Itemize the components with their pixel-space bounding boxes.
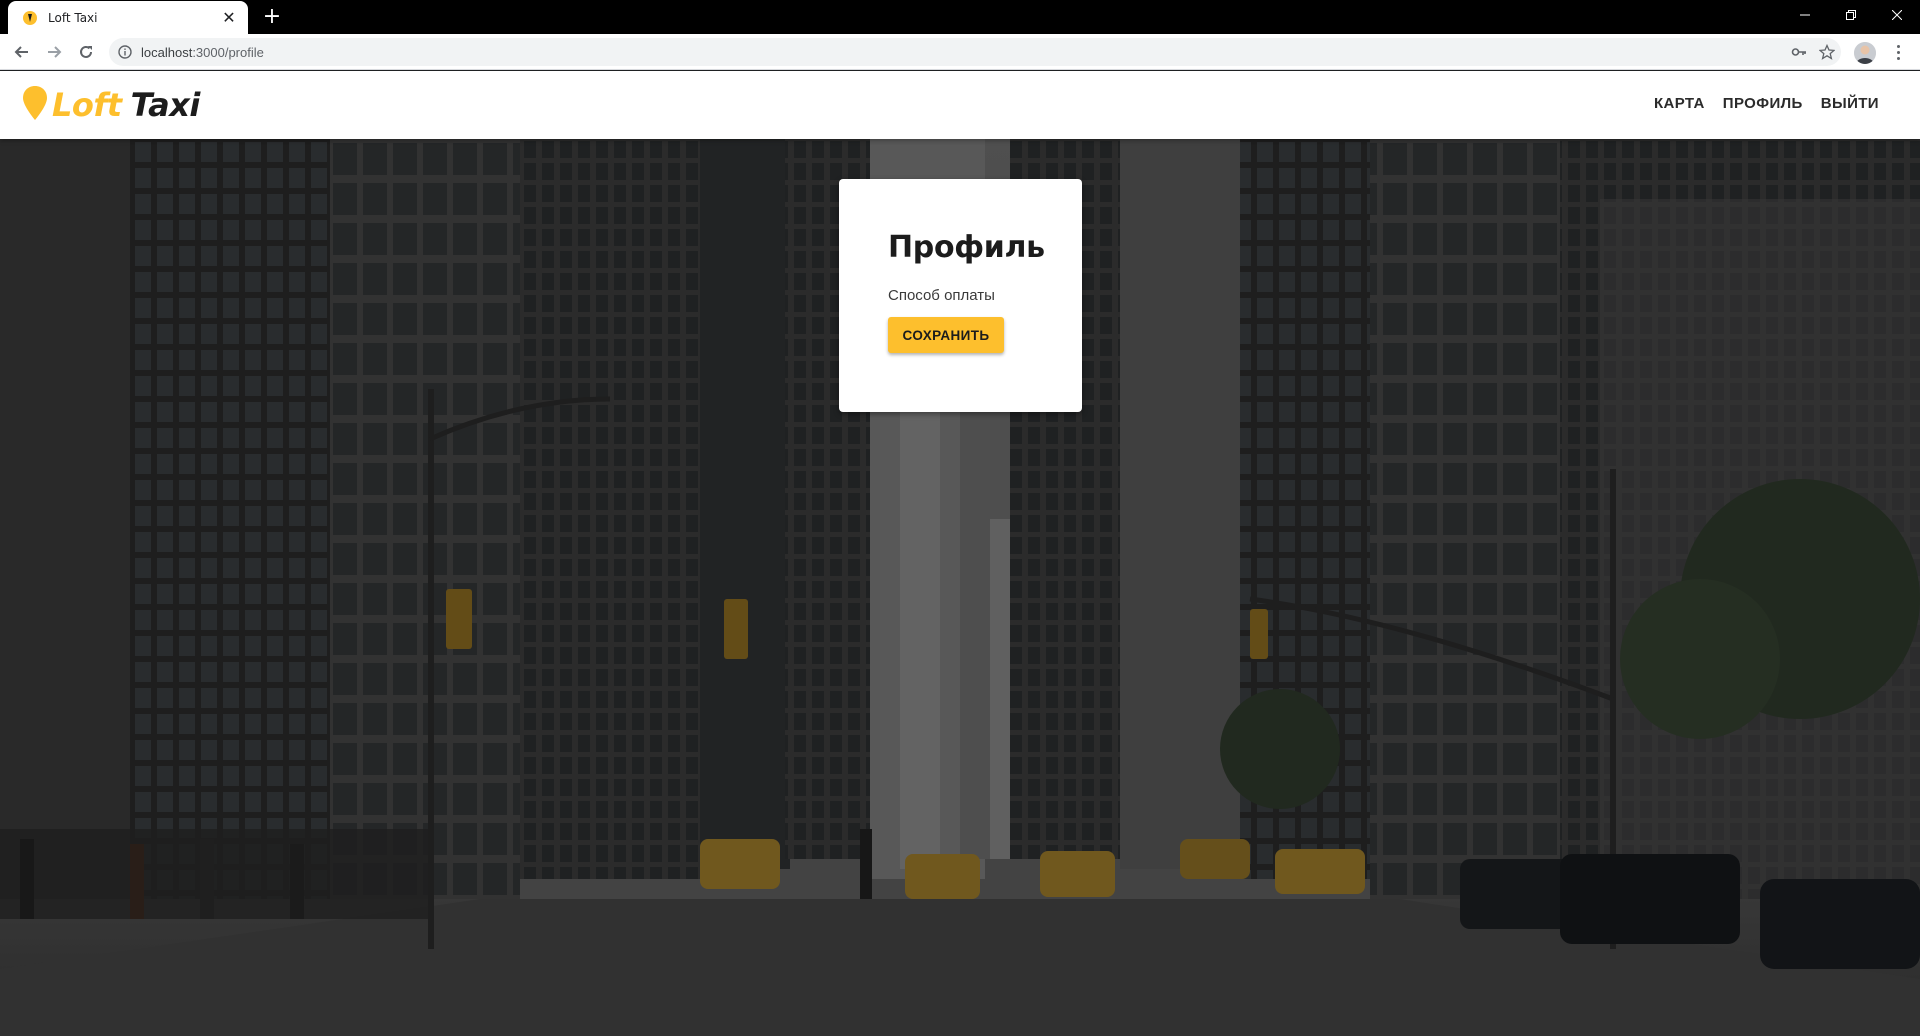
close-tab-icon[interactable]: ✕: [220, 9, 238, 26]
info-icon[interactable]: [117, 44, 133, 60]
loft-taxi-favicon-icon: [22, 10, 38, 26]
close-window-button[interactable]: [1874, 0, 1920, 30]
nav-logout-link[interactable]: ВЫЙТИ: [1812, 95, 1888, 112]
main-nav: КАРТА ПРОФИЛЬ ВЫЙТИ: [1645, 95, 1888, 112]
logo-loft-text: Loft: [52, 86, 122, 124]
logo-taxi-text: Taxi: [130, 86, 201, 124]
save-button[interactable]: СОХРАНИТЬ: [888, 317, 1004, 353]
browser-titlebar: Loft Taxi ✕ +: [0, 0, 1920, 34]
browser-tab[interactable]: Loft Taxi ✕: [8, 1, 248, 34]
back-arrow-icon[interactable]: [10, 40, 34, 64]
nav-map-link[interactable]: КАРТА: [1645, 95, 1714, 112]
star-icon[interactable]: [1813, 38, 1841, 66]
restore-button[interactable]: [1828, 0, 1874, 30]
browser-toolbar: localhost:3000/profile: [0, 34, 1920, 70]
reload-icon[interactable]: [74, 40, 98, 64]
key-icon[interactable]: [1785, 38, 1813, 66]
map-pin-icon: [22, 85, 48, 125]
browser-menu-icon[interactable]: [1888, 42, 1908, 62]
address-bar[interactable]: localhost:3000/profile: [109, 38, 1841, 66]
logo[interactable]: Loft Taxi: [22, 82, 200, 128]
profile-card: Профиль Способ оплаты СОХРАНИТЬ: [839, 179, 1082, 412]
window-controls: [1782, 0, 1920, 30]
minimize-button[interactable]: [1782, 0, 1828, 30]
payment-method-label: Способ оплаты: [888, 287, 995, 304]
new-tab-button[interactable]: +: [260, 6, 284, 30]
nav-profile-link[interactable]: ПРОФИЛЬ: [1714, 95, 1812, 112]
tab-title: Loft Taxi: [48, 10, 98, 25]
app-header: Loft Taxi КАРТА ПРОФИЛЬ ВЫЙТИ: [0, 71, 1920, 139]
forward-arrow-icon[interactable]: [42, 40, 66, 64]
profile-title: Профиль: [888, 230, 1045, 265]
url-text: localhost:3000/profile: [141, 44, 264, 60]
browser-profile-avatar[interactable]: [1854, 42, 1876, 64]
